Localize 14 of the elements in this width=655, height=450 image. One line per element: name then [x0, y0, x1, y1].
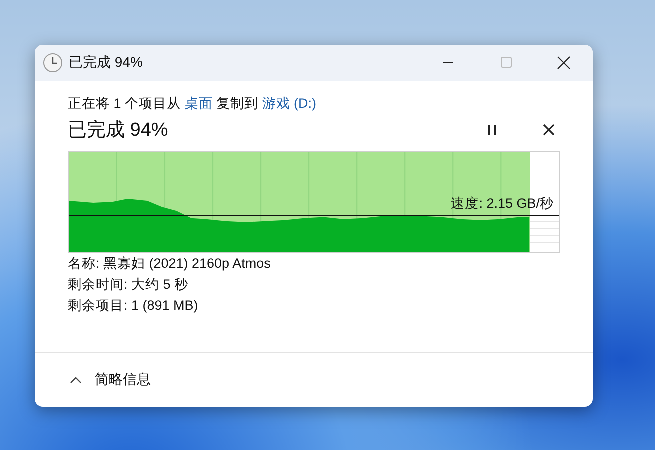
details-toggle-button[interactable]: 简略信息: [69, 369, 151, 391]
detail-text: 剩余时间: 大约 5 秒: [68, 276, 190, 294]
clock-icon: [43, 53, 63, 73]
destination-link[interactable]: 游戏 (D:): [262, 96, 317, 111]
detail-text: 剩余项目: 1 (891 MB): [68, 297, 200, 315]
window-title: 已完成 94%: [69, 54, 143, 72]
caret-icon: [69, 375, 83, 385]
close-icon[interactable]: [542, 123, 556, 137]
transfer-speed: 速度: 2.15 GB/秒: [451, 195, 554, 213]
detail-text: 名称: 黑寡妇 (2021) 2160p Atmos: [68, 255, 272, 273]
source-link[interactable]: 桌面: [184, 96, 213, 111]
copy-status-text: 正在将 1 个项目从 桌面 复制到 游戏 (D:): [68, 95, 318, 113]
pause-icon[interactable]: [485, 123, 499, 137]
progress-title: 已完成 94%: [68, 119, 168, 143]
